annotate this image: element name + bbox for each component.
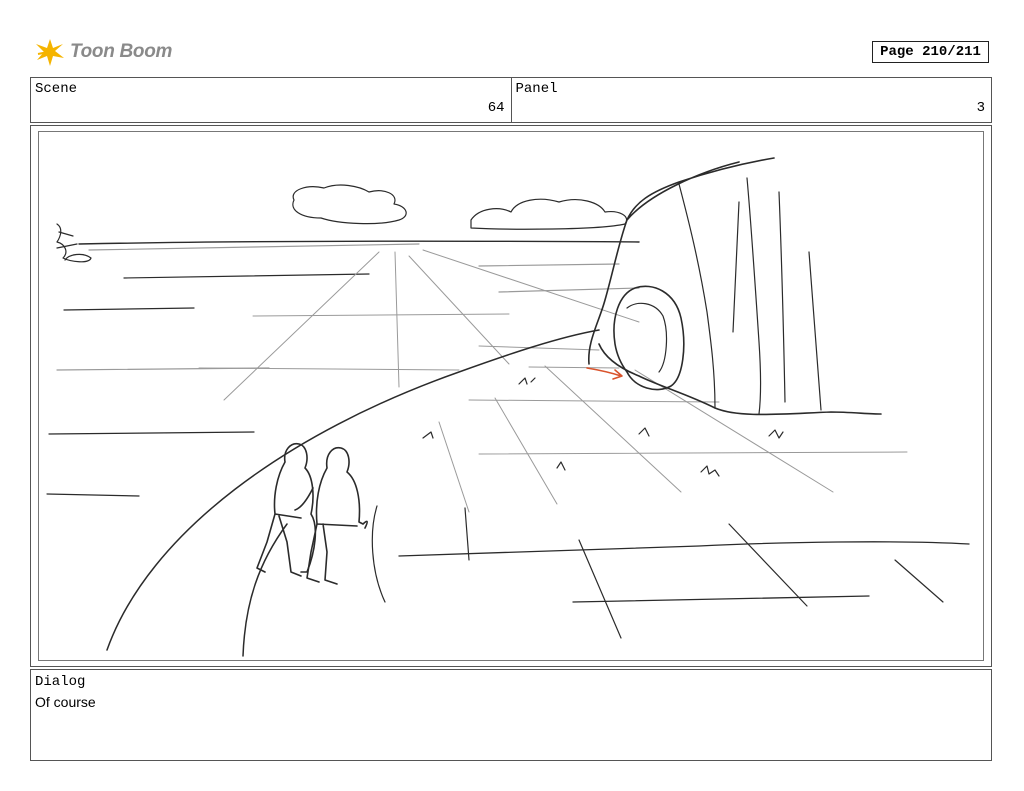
- storyboard-sketch: [46, 157, 970, 657]
- storyboard-panel: [38, 131, 984, 661]
- dialog-box: Dialog Of course: [30, 669, 992, 761]
- toon-boom-logo: Toon Boom: [34, 36, 172, 68]
- cloud-right: [470, 198, 628, 230]
- walking-characters: [256, 442, 368, 585]
- panel-frame: [30, 125, 992, 667]
- dialog-text: Of course: [35, 694, 96, 710]
- logo-text: Toon Boom: [70, 41, 173, 62]
- cave-opening: [613, 285, 685, 391]
- scene-cell: Scene 64: [31, 78, 511, 122]
- horizon-line: [78, 240, 640, 245]
- dialog-label: Dialog: [35, 674, 86, 690]
- distant-figure: [56, 223, 92, 263]
- panel-label: Panel: [515, 81, 558, 97]
- page-indicator: Page 210/211: [872, 41, 989, 63]
- info-row: Scene 64 Panel 3: [30, 77, 992, 123]
- scene-label: Scene: [35, 81, 78, 97]
- cloud-left: [292, 184, 407, 225]
- panel-value: 3: [976, 100, 985, 116]
- direction-arrow: [586, 367, 623, 380]
- starburst-icon: [36, 39, 64, 66]
- scene-value: 64: [487, 100, 505, 116]
- panel-cell: Panel 3: [510, 78, 992, 122]
